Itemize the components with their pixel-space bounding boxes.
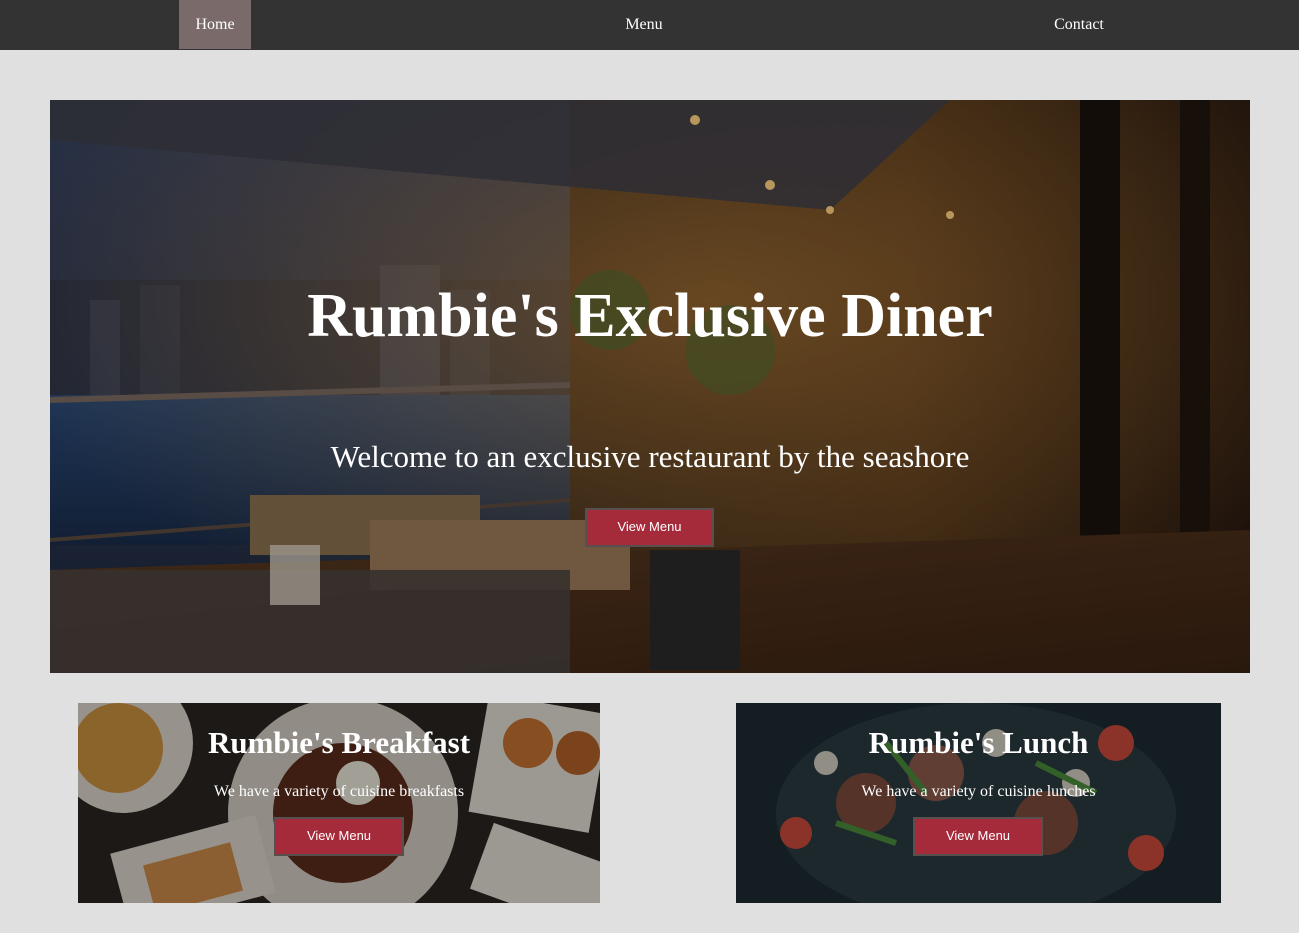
lunch-card-text: We have a variety of cuisine lunches bbox=[861, 783, 1096, 800]
breakfast-card-title: Rumbie's Breakfast bbox=[207, 725, 471, 760]
hero-view-menu-button[interactable]: View Menu bbox=[585, 508, 714, 547]
lunch-card-title: Rumbie's Lunch bbox=[868, 725, 1089, 760]
breakfast-card: Rumbie's Breakfast We have a variety of … bbox=[78, 703, 600, 903]
nav-item-home[interactable]: Home bbox=[179, 0, 251, 49]
nav-item-contact[interactable]: Contact bbox=[1038, 0, 1120, 49]
top-nav: Home Menu Contact bbox=[0, 0, 1299, 50]
hero-title: Rumbie's Exclusive Diner bbox=[307, 282, 993, 350]
breakfast-card-text: We have a variety of cuisine breakfasts bbox=[213, 783, 465, 800]
lunch-card: Rumbie's Lunch We have a variety of cuis… bbox=[736, 703, 1221, 903]
hero-subtitle: Welcome to an exclusive restaurant by th… bbox=[330, 439, 970, 474]
nav-item-menu[interactable]: Menu bbox=[604, 0, 684, 49]
hero-background-image bbox=[50, 100, 1250, 673]
lunch-view-menu-button[interactable]: View Menu bbox=[913, 817, 1043, 856]
breakfast-view-menu-button[interactable]: View Menu bbox=[274, 817, 404, 856]
hero-banner: Rumbie's Exclusive Diner Welcome to an e… bbox=[50, 100, 1250, 673]
